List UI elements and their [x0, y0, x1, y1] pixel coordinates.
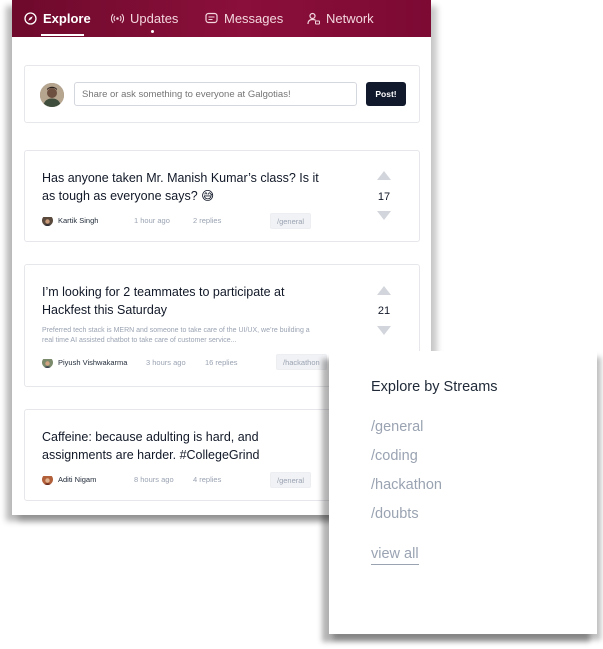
downvote-icon[interactable] — [377, 326, 391, 335]
tab-explore[interactable]: Explore — [24, 0, 91, 37]
post-title[interactable]: Caffeine: because adulting is hard, and … — [42, 429, 327, 464]
author-avatar — [42, 215, 53, 226]
tab-network-label: Network — [326, 11, 374, 26]
upvote-icon[interactable] — [377, 286, 391, 295]
tab-messages[interactable]: Messages — [205, 0, 283, 37]
stream-link-doubts[interactable]: /doubts — [371, 506, 419, 522]
user-network-icon — [307, 12, 320, 25]
view-all-link[interactable]: view all — [371, 546, 419, 565]
author-avatar — [42, 474, 53, 485]
upvote-icon[interactable] — [377, 171, 391, 180]
top-nav: Explore Updates Messages Network — [12, 0, 431, 37]
author-avatar — [42, 357, 53, 368]
avatar — [40, 83, 64, 107]
post-input[interactable] — [74, 82, 357, 106]
post-replies[interactable]: 4 replies — [193, 475, 221, 484]
stream-link-general[interactable]: /general — [371, 419, 423, 435]
streams-panel: Explore by Streams /general /coding /hac… — [329, 351, 597, 634]
tab-updates[interactable]: Updates — [111, 0, 178, 37]
post-title[interactable]: Has anyone taken Mr. Manish Kumar’s clas… — [42, 170, 327, 205]
post-tag[interactable]: /hackathon — [276, 354, 327, 370]
post-time: 8 hours ago — [134, 475, 174, 484]
post-tag[interactable]: /general — [270, 472, 312, 488]
post-title[interactable]: I’m looking for 2 teammates to participa… — [42, 284, 327, 319]
post-author[interactable]: Aditi Nigam — [58, 475, 96, 484]
tab-updates-label: Updates — [130, 11, 179, 26]
broadcast-icon — [111, 12, 124, 25]
tab-explore-label: Explore — [43, 11, 91, 26]
post-composer: Post! — [24, 65, 420, 123]
post-author[interactable]: Piyush Vishwakarma — [58, 358, 127, 367]
message-icon — [205, 12, 218, 25]
updates-notification-dot — [151, 30, 154, 33]
post-button[interactable]: Post! — [366, 82, 406, 106]
streams-title: Explore by Streams — [371, 379, 498, 395]
post-time: 3 hours ago — [146, 358, 186, 367]
active-tab-indicator — [41, 34, 84, 36]
post-tag[interactable]: /general — [270, 213, 312, 229]
stream-link-hackathon[interactable]: /hackathon — [371, 477, 442, 493]
post-card[interactable]: Has anyone taken Mr. Manish Kumar’s clas… — [24, 150, 420, 242]
compass-icon — [24, 12, 37, 25]
tab-messages-label: Messages — [224, 11, 284, 26]
post-excerpt: Preferred tech stack is MERN and someone… — [42, 327, 310, 344]
downvote-icon[interactable] — [377, 211, 391, 220]
post-replies[interactable]: 2 replies — [193, 216, 221, 225]
post-time: 1 hour ago — [134, 216, 170, 225]
vote-count: 17 — [377, 191, 391, 203]
tab-network[interactable]: Network — [307, 0, 374, 37]
post-author[interactable]: Kartik Singh — [58, 216, 98, 225]
vote-count: 21 — [377, 305, 391, 317]
stream-link-coding[interactable]: /coding — [371, 448, 418, 464]
post-replies[interactable]: 16 replies — [205, 358, 238, 367]
